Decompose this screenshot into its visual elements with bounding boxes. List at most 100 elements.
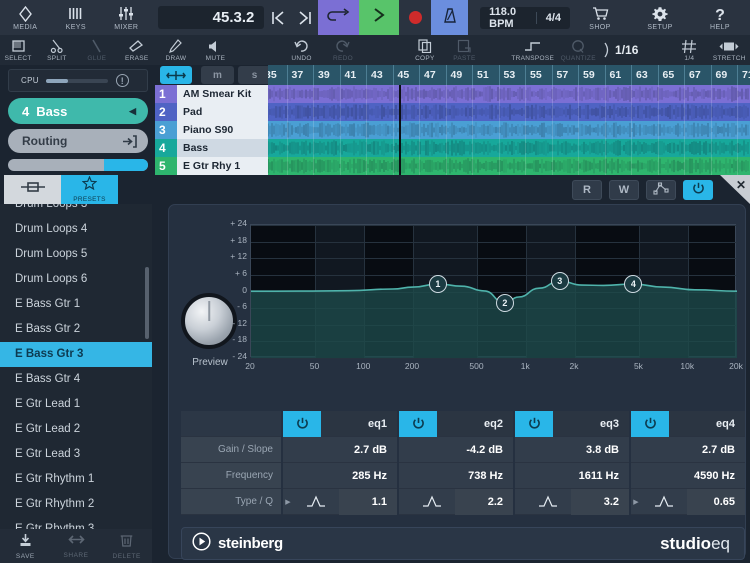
preset-item[interactable]: Drum Loops 4 xyxy=(0,217,152,242)
tool-undo[interactable]: UNDO xyxy=(281,35,323,65)
eq-band-handle[interactable]: 1 xyxy=(428,275,447,294)
time-signature-value[interactable]: 4/4 xyxy=(535,11,570,24)
preset-item[interactable]: E Bass Gtr 1 xyxy=(0,292,152,317)
media-button[interactable]: MEDIA xyxy=(0,0,51,35)
tool-draw[interactable]: DRAW xyxy=(157,35,194,65)
track-name[interactable]: Bass xyxy=(177,139,268,157)
tool-transpose[interactable]: TRANSPOSE xyxy=(508,35,557,65)
mixer-button[interactable]: MIXER xyxy=(101,0,152,35)
track-solo-toggle[interactable]: s xyxy=(238,66,271,84)
shop-button[interactable]: SHOP xyxy=(570,0,630,35)
eq-type-prev-arrow-icon[interactable]: ▶ xyxy=(283,498,293,506)
preset-item[interactable]: Drum Loops 6 xyxy=(0,267,152,292)
tool-redo[interactable]: REDO xyxy=(323,35,364,65)
eq-band-frequency-row[interactable]: 738 Hz xyxy=(399,463,513,489)
metronome-button[interactable] xyxy=(431,0,469,35)
track-row[interactable]: 2 Pad xyxy=(155,103,268,121)
track-name[interactable]: Piano S90 xyxy=(177,121,268,139)
write-automation-button[interactable]: W xyxy=(609,179,639,200)
eq-type-prev-arrow-icon[interactable]: ▶ xyxy=(631,498,641,506)
go-to-start-button[interactable] xyxy=(264,0,291,35)
tool-quantize[interactable]: QUANTIZE xyxy=(557,35,599,65)
bell-filter-icon[interactable] xyxy=(293,494,339,510)
cycle-button[interactable] xyxy=(318,0,359,35)
track-row[interactable]: 3 Piano S90 xyxy=(155,121,268,139)
eq-band-gain-row[interactable]: 2.7 dB xyxy=(283,437,397,463)
share-preset-button[interactable]: SHARE xyxy=(51,529,102,563)
read-automation-button[interactable]: R xyxy=(572,179,602,200)
preset-list[interactable]: Drum Loops 3 Drum Loops 4 Drum Loops 5 Drum… xyxy=(0,204,152,534)
eq-band-gain-row[interactable]: 2.7 dB xyxy=(631,437,745,463)
preset-item[interactable]: E Gtr Lead 1 xyxy=(0,392,152,417)
eq-response-graph[interactable]: 1234 xyxy=(250,224,737,359)
channel-selector-button[interactable]: 4 Bass ◀ xyxy=(8,98,148,124)
tool-copy[interactable]: COPY xyxy=(405,35,444,65)
eq-band-gain-row[interactable]: -4.2 dB xyxy=(399,437,513,463)
eq-band-handle[interactable]: 2 xyxy=(495,294,514,313)
bell-filter-icon[interactable] xyxy=(641,494,687,510)
eq-band-power-button[interactable] xyxy=(631,410,669,437)
eq-band-frequency-row[interactable]: 1611 Hz xyxy=(515,463,629,489)
help-button[interactable]: ? HELP xyxy=(690,0,750,35)
eq-band-power-button[interactable] xyxy=(399,410,437,437)
bell-filter-icon[interactable] xyxy=(409,494,455,510)
tool-erase[interactable]: ERASE xyxy=(116,35,157,65)
tool-select[interactable]: SELECT xyxy=(0,35,36,65)
timeline-ruler[interactable]: 35373941434547495153555759616365676971 xyxy=(268,65,750,85)
tab-plugin-rack[interactable] xyxy=(4,175,61,204)
side-chain-button[interactable] xyxy=(646,179,676,200)
play-button[interactable] xyxy=(358,0,400,35)
preset-scrollbar[interactable] xyxy=(145,267,149,339)
go-to-end-button[interactable] xyxy=(291,0,318,35)
preset-item[interactable]: E Bass Gtr 4 xyxy=(0,367,152,392)
track-name[interactable]: AM Smear Kit xyxy=(177,85,268,103)
arrange-area[interactable] xyxy=(268,85,750,175)
warning-icon[interactable]: ! xyxy=(115,74,129,87)
track-name[interactable]: E Gtr Rhy 1 xyxy=(177,157,268,175)
preset-item[interactable]: Drum Loops 5 xyxy=(0,242,152,267)
tool-split[interactable]: SPLIT xyxy=(36,35,77,65)
tab-presets[interactable]: PRESETS xyxy=(61,175,118,204)
routing-button[interactable]: Routing xyxy=(8,129,148,153)
tool-paste[interactable]: PASTE xyxy=(444,35,484,65)
track-row[interactable]: 4 Bass xyxy=(155,139,268,157)
eq-band-q-value[interactable]: 0.65 xyxy=(687,488,745,515)
preset-item[interactable]: Drum Loops 3 xyxy=(0,204,152,217)
volume-fader[interactable] xyxy=(8,159,148,171)
preset-item[interactable]: E Gtr Lead 3 xyxy=(0,442,152,467)
preset-item[interactable]: E Bass Gtr 3 xyxy=(0,342,152,367)
eq-band-gain-row[interactable]: 3.8 dB xyxy=(515,437,629,463)
track-mute-toggle[interactable]: m xyxy=(201,66,234,84)
quantize-value-button[interactable]: 1/16 xyxy=(599,35,642,65)
eq-band-q-value[interactable]: 3.2 xyxy=(571,488,629,515)
plugin-power-button[interactable] xyxy=(683,179,713,200)
bell-filter-icon[interactable] xyxy=(525,494,571,510)
preset-item[interactable]: E Gtr Rhythm 1 xyxy=(0,467,152,492)
track-row[interactable]: 5E Gtr Rhy 1 xyxy=(155,157,268,175)
keys-button[interactable]: KEYS xyxy=(51,0,102,35)
close-plugin-button[interactable]: ✕ xyxy=(720,175,750,204)
eq-band-q-value[interactable]: 2.2 xyxy=(455,488,513,515)
preset-item[interactable]: E Gtr Rhythm 2 xyxy=(0,492,152,517)
tool-mute[interactable]: MUTE xyxy=(194,35,236,65)
record-button[interactable] xyxy=(399,0,431,35)
track-routing-toggle[interactable] xyxy=(160,66,192,84)
preset-item[interactable]: E Gtr Lead 2 xyxy=(0,417,152,442)
time-display[interactable]: 45.3.2 xyxy=(157,6,265,29)
track-row[interactable]: 1 AM Smear Kit xyxy=(155,85,268,103)
setup-button[interactable]: SETUP xyxy=(630,0,690,35)
eq-band-handle[interactable]: 3 xyxy=(550,271,569,290)
save-preset-button[interactable]: SAVE xyxy=(0,529,51,563)
delete-preset-button[interactable]: DELETE xyxy=(101,529,152,563)
stretch-button[interactable]: STRETCH xyxy=(709,35,750,65)
grid-button[interactable]: 1/4 xyxy=(670,35,708,65)
track-name[interactable]: Pad xyxy=(177,103,268,121)
preset-item[interactable]: E Bass Gtr 2 xyxy=(0,317,152,342)
eq-band-frequency-row[interactable]: 4590 Hz xyxy=(631,463,745,489)
bpm-value[interactable]: 118.0 BPM xyxy=(480,6,536,30)
eq-band-q-value[interactable]: 1.1 xyxy=(339,488,397,515)
tool-glue[interactable]: GLUE xyxy=(78,35,116,65)
playhead[interactable] xyxy=(399,85,401,175)
tempo-signature-box[interactable]: 118.0 BPM 4/4 xyxy=(480,6,570,30)
eq-band-frequency-row[interactable]: 285 Hz xyxy=(283,463,397,489)
